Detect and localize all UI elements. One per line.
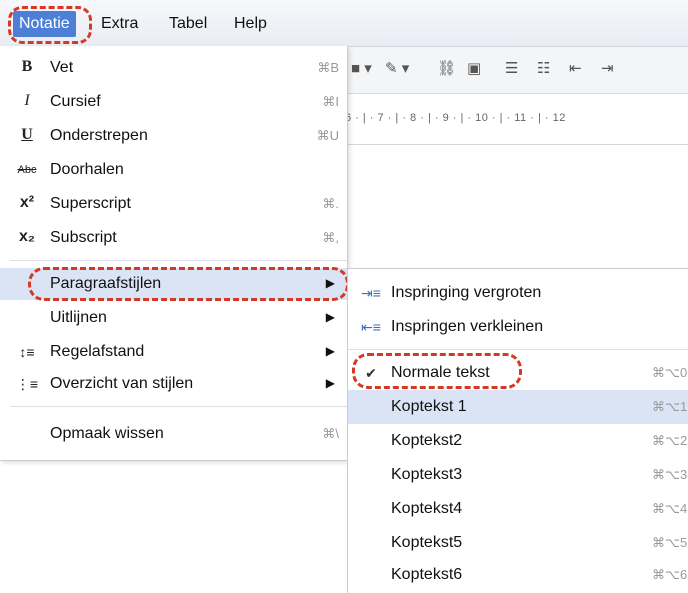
underline-icon: U — [21, 126, 33, 143]
submenu-item-inspringing-vergroten[interactable]: ⇥≡ Inspringing vergroten — [348, 276, 688, 310]
menubar: Notatie Extra Tabel Help — [0, 0, 688, 47]
menu-notatie[interactable]: Notatie — [13, 11, 76, 37]
shortcut: ⌘\ — [322, 426, 339, 441]
superscript-icon: x² — [19, 194, 35, 211]
line-spacing-icon: ↕≡ — [19, 344, 35, 360]
menu-item-label: Superscript — [50, 195, 131, 212]
submenu-item-koptekst-1[interactable]: Koptekst 1 ⌘⌥1 — [348, 390, 688, 424]
submenu-item-label: Koptekst5 — [391, 534, 463, 551]
menu-item-uitlijnen[interactable]: Uitlijnen ▶ — [0, 302, 347, 334]
list-styles-icon: ⋮≡ — [15, 376, 39, 392]
bold-icon: B — [21, 58, 33, 75]
submenu-item-inspringen-verkleinen[interactable]: ⇤≡ Inspringen verkleinen — [348, 310, 688, 344]
subscript-icon: x₂ — [18, 228, 35, 245]
submenu-item-label: Koptekst 1 — [391, 398, 467, 415]
menu-item-label: Overzicht van stijlen — [50, 375, 194, 392]
submenu-item-label: Normale tekst — [391, 364, 490, 381]
menu-item-regelafstand[interactable]: ↕≡ Regelafstand ▶ — [0, 336, 347, 368]
menu-tabel[interactable]: Tabel — [163, 11, 213, 37]
link-icon[interactable]: ⛓ — [437, 59, 456, 77]
menu-item-subscript[interactable]: x₂ Subscript ⌘, — [0, 222, 347, 254]
indent-increase-toolbar-icon[interactable]: ⇥ — [601, 59, 614, 77]
menu-item-cursief[interactable]: I Cursief ⌘I — [0, 86, 347, 118]
color-dropdown-icon[interactable]: ■ ▾ — [351, 59, 372, 77]
numbered-list-icon[interactable]: ☰ — [505, 59, 518, 77]
menu-separator — [10, 260, 347, 261]
shortcut: ⌘. — [322, 196, 339, 211]
shortcut: ⌘⌥3 — [652, 467, 688, 482]
submenu-item-label: Koptekst3 — [391, 466, 463, 483]
menu-item-overzicht-van-stijlen[interactable]: ⋮≡ Overzicht van stijlen ▶ — [0, 368, 347, 400]
highlight-icon[interactable]: ✎ ▾ — [385, 59, 409, 77]
submenu-item-koptekst3[interactable]: Koptekst3 ⌘⌥3 — [348, 458, 688, 492]
menu-item-label: Vet — [50, 59, 74, 76]
submenu-arrow-icon: ▶ — [325, 276, 335, 290]
submenu-arrow-icon: ▶ — [325, 344, 335, 358]
submenu-separator — [348, 349, 688, 350]
submenu-item-koptekst2[interactable]: Koptekst2 ⌘⌥2 — [348, 424, 688, 458]
indent-decrease-toolbar-icon[interactable]: ⇤ — [569, 59, 582, 77]
submenu-arrow-icon: ▶ — [325, 376, 335, 390]
menu-item-label: Paragraafstijlen — [50, 275, 162, 292]
submenu-item-koptekst4[interactable]: Koptekst4 ⌘⌥4 — [348, 492, 688, 526]
menu-item-label: Onderstrepen — [50, 127, 148, 144]
menu-item-label: Regelafstand — [50, 343, 145, 360]
shortcut: ⌘⌥2 — [652, 433, 688, 448]
submenu-arrow-icon: ▶ — [325, 310, 335, 324]
paragraph-styles-submenu: ⇥≡ Inspringing vergroten ⇤≡ Inspringen v… — [347, 268, 688, 593]
submenu-item-koptekst6[interactable]: Koptekst6 ⌘⌥6 — [348, 558, 688, 592]
submenu-item-label: Koptekst2 — [391, 432, 463, 449]
shortcut: ⌘⌥5 — [652, 535, 688, 550]
strikethrough-icon: Abc — [17, 164, 37, 176]
menu-item-label: Opmaak wissen — [50, 425, 164, 442]
check-icon: ✔ — [365, 365, 377, 381]
shortcut: ⌘B — [317, 60, 339, 75]
submenu-item-koptekst5[interactable]: Koptekst5 ⌘⌥5 — [348, 526, 688, 560]
menu-item-superscript[interactable]: x² Superscript ⌘. — [0, 188, 347, 220]
italic-icon: I — [24, 92, 30, 109]
menu-item-paragraafstijlen[interactable]: Paragraafstijlen ▶ — [0, 268, 347, 300]
submenu-item-label: Inspringen verkleinen — [391, 318, 544, 335]
menu-item-opmaak-wissen[interactable]: Opmaak wissen ⌘\ — [0, 418, 347, 450]
ruler-scale: 6 · | · 7 · | · 8 · | · 9 · | · 10 · | ·… — [345, 112, 566, 124]
indent-decrease-icon: ⇤≡ — [361, 319, 381, 335]
menu-separator — [10, 406, 347, 407]
shortcut: ⌘⌥0 — [652, 365, 688, 380]
submenu-item-label: Koptekst4 — [391, 500, 463, 517]
submenu-item-label: Koptekst6 — [391, 566, 463, 583]
menu-item-label: Uitlijnen — [50, 309, 107, 326]
image-icon[interactable]: ▣ — [467, 59, 481, 77]
shortcut: ⌘⌥4 — [652, 501, 688, 516]
shortcut: ⌘I — [322, 94, 339, 109]
menu-item-doorhalen[interactable]: Abc Doorhalen — [0, 154, 347, 186]
shortcut: ⌘⌥6 — [652, 567, 688, 582]
ruler: 6 · | · 7 · | · 8 · | · 9 · | · 10 · | ·… — [345, 94, 688, 145]
submenu-item-normale-tekst[interactable]: ✔ Normale tekst ⌘⌥0 — [348, 356, 688, 390]
submenu-item-label: Inspringing vergroten — [391, 284, 542, 301]
menu-item-vet[interactable]: B Vet ⌘B — [0, 52, 347, 84]
menu-item-label: Subscript — [50, 229, 117, 246]
shortcut: ⌘, — [322, 230, 339, 245]
format-menu: B Vet ⌘B I Cursief ⌘I U Onderstrepen ⌘U … — [0, 46, 348, 461]
shortcut: ⌘⌥1 — [652, 399, 688, 414]
shortcut: ⌘U — [316, 128, 339, 143]
menu-item-label: Cursief — [50, 93, 101, 110]
indent-increase-icon: ⇥≡ — [361, 285, 381, 301]
menu-item-onderstrepen[interactable]: U Onderstrepen ⌘U — [0, 120, 347, 152]
menu-item-label: Doorhalen — [50, 161, 124, 178]
menu-extra[interactable]: Extra — [95, 11, 144, 37]
bullet-list-icon[interactable]: ☷ — [537, 59, 550, 77]
toolbar: ■ ▾ ✎ ▾ ⛓ ▣ ☰ ☷ ⇤ ⇥ — [345, 47, 688, 94]
menu-help[interactable]: Help — [228, 11, 273, 37]
